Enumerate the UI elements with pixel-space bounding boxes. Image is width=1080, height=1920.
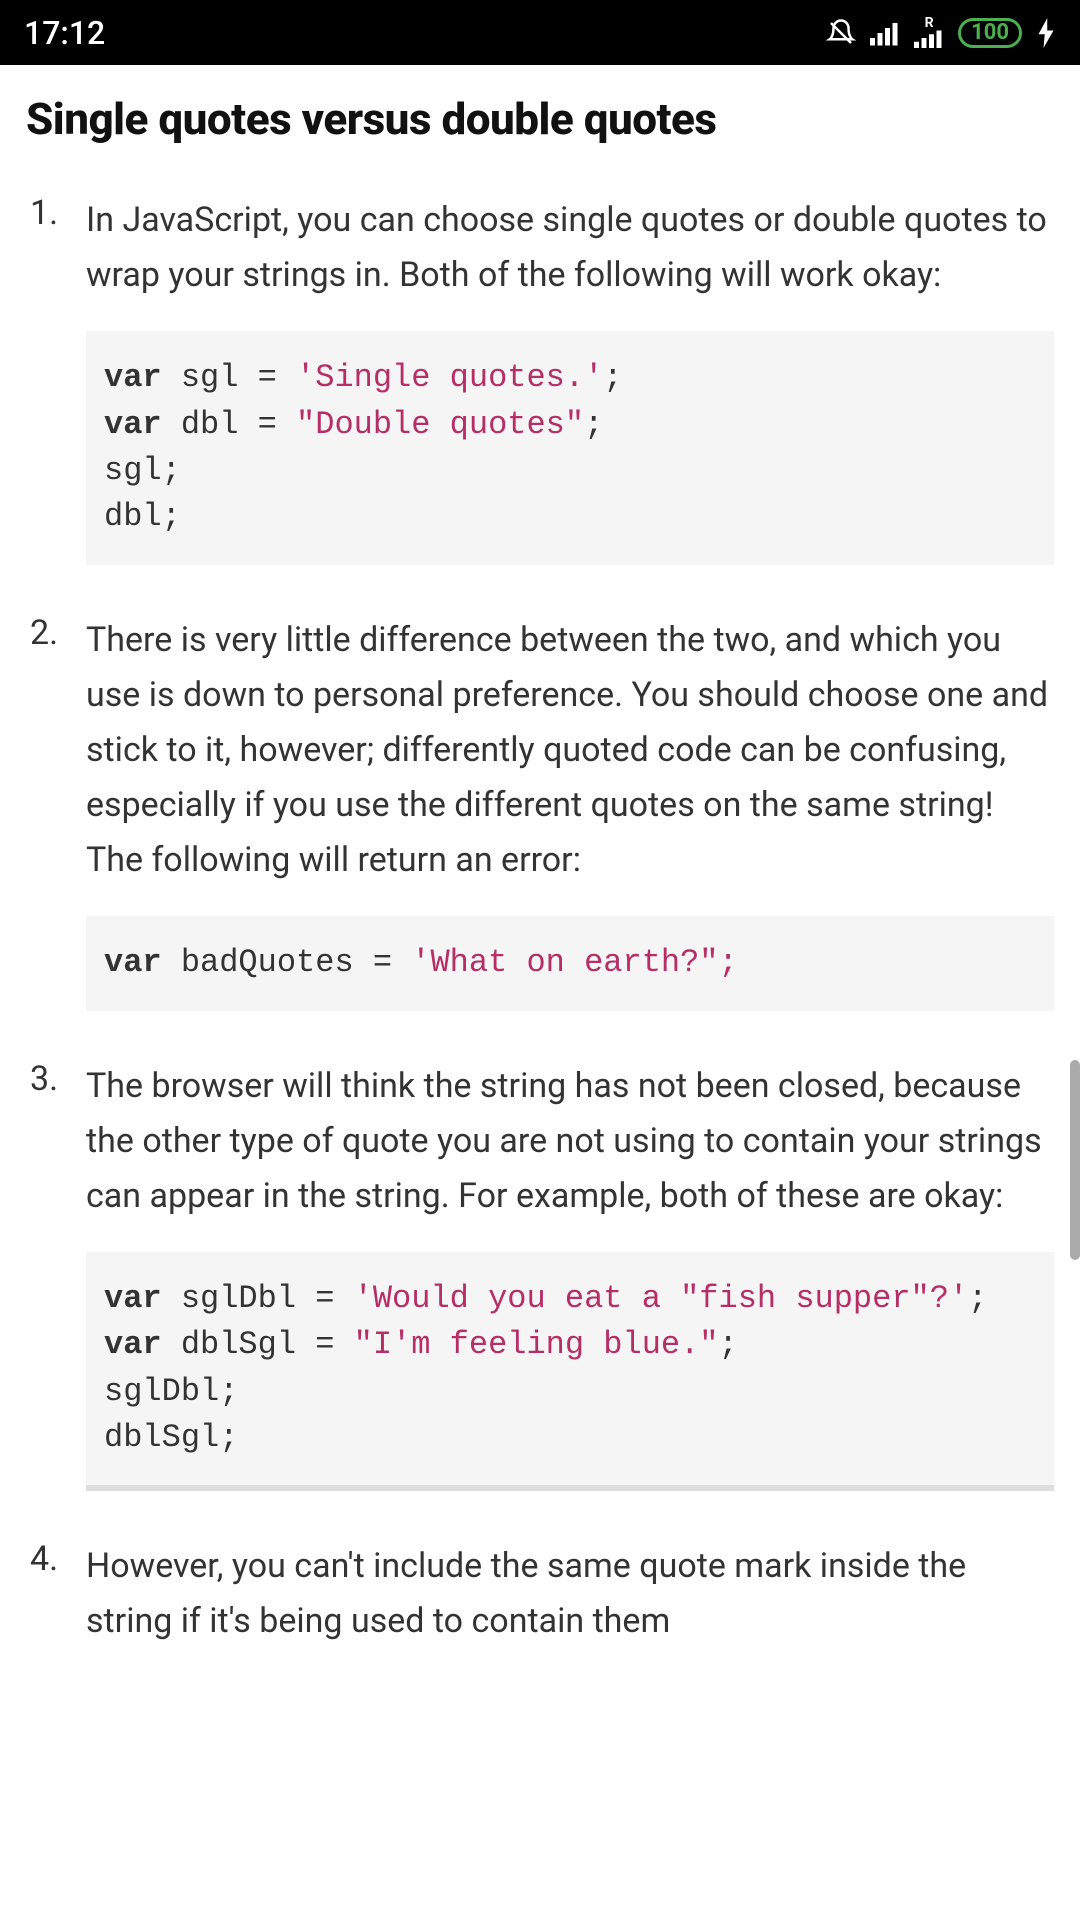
list-item-text: There is very little difference between … [86,613,1054,888]
code-string: 'What on earth?"; [411,944,737,981]
code-string: 'Single quotes.' [296,359,603,396]
scrollbar-thumb[interactable] [1070,1060,1080,1260]
list-item: The browser will think the string has no… [86,1059,1054,1492]
code-string: "I'm feeling blue." [354,1326,719,1363]
signal-roaming-icon: R [914,18,944,48]
list-item-text: The browser will think the string has no… [86,1059,1054,1224]
section-heading: Single quotes versus double quotes [26,93,1054,145]
code-keyword: var [104,406,162,443]
article-content[interactable]: Single quotes versus double quotes In Ja… [0,65,1080,1649]
list-item-text: In JavaScript, you can choose single quo… [86,193,1054,303]
code-block[interactable]: var sglDbl = 'Would you eat a "fish supp… [86,1252,1054,1492]
list-item-text: However, you can't include the same quot… [86,1539,1054,1649]
code-keyword: var [104,944,162,981]
status-right: R 100 [826,18,1056,48]
battery-badge: 100 [958,18,1022,48]
code-block[interactable]: var badQuotes = 'What on earth?"; [86,916,1054,1010]
code-keyword: var [104,1326,162,1363]
code-keyword: var [104,1280,162,1317]
notification-muted-icon [826,18,856,48]
status-bar: 17:12 R 100 [0,0,1080,65]
code-string: 'Would you eat a "fish supper"?' [354,1280,969,1317]
ordered-list: In JavaScript, you can choose single quo… [26,193,1054,1649]
signal-icon [870,20,900,46]
code-keyword: var [104,359,162,396]
code-string: "Double quotes" [296,406,584,443]
list-item: However, you can't include the same quot… [86,1539,1054,1649]
status-time: 17:12 [24,14,105,52]
code-block[interactable]: var sgl = 'Single quotes.'; var dbl = "D… [86,331,1054,565]
list-item: There is very little difference between … [86,613,1054,1011]
list-item: In JavaScript, you can choose single quo… [86,193,1054,565]
charging-icon [1036,18,1056,48]
